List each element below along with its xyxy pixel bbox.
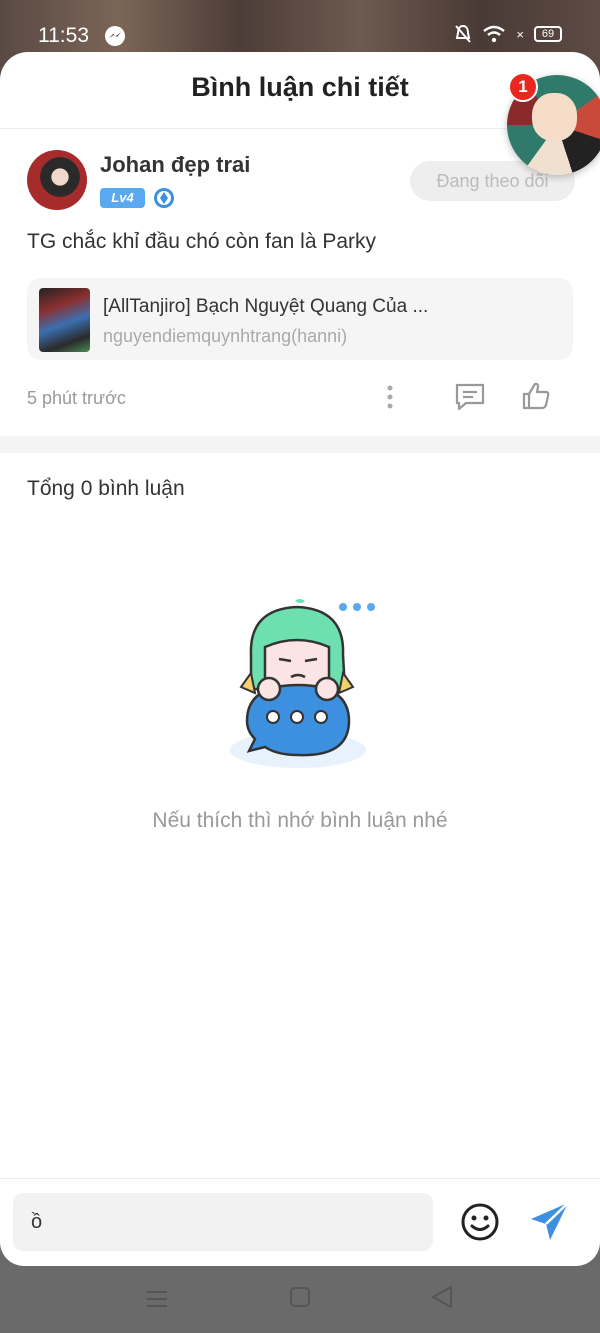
- home-icon[interactable]: [289, 1286, 311, 1308]
- signal-off-icon: ×: [516, 26, 524, 42]
- back-icon[interactable]: [431, 1285, 453, 1309]
- comment-icon[interactable]: [454, 382, 486, 412]
- story-card[interactable]: [AllTanjiro] Bạch Nguyệt Quang Của ... n…: [27, 278, 573, 360]
- wifi-icon: [483, 25, 506, 43]
- comment-input[interactable]: [13, 1193, 433, 1251]
- avatar[interactable]: [27, 150, 87, 210]
- diamond-icon: [154, 188, 174, 208]
- system-navigation-bar: [0, 1266, 600, 1333]
- battery-icon: 69: [534, 26, 562, 42]
- emoji-icon[interactable]: [460, 1202, 500, 1242]
- story-title: [AllTanjiro] Bạch Nguyệt Quang Của ...: [103, 296, 429, 317]
- notification-badge: 1: [508, 72, 538, 102]
- section-divider: [0, 436, 600, 453]
- post-timestamp: 5 phút trước: [27, 388, 126, 408]
- story-cover-image: [39, 288, 90, 352]
- empty-comments-mascot-illustration: [230, 599, 375, 768]
- chat-head-avatar: [532, 93, 577, 141]
- story-author: nguyendiemquynhtrang(hanni): [103, 326, 348, 346]
- send-icon[interactable]: [528, 1200, 572, 1244]
- comment-detail-sheet: Bình luận chi tiết Johan đẹp trai Lv4 Đa…: [0, 52, 600, 1266]
- messenger-icon: [105, 26, 125, 46]
- status-time: 11:53: [38, 24, 89, 47]
- empty-state-message: Nếu thích thì nhớ bình luận nhé: [152, 809, 448, 832]
- recent-apps-icon[interactable]: [146, 1288, 168, 1310]
- level-badge: Lv4: [100, 188, 145, 208]
- post-content: TG chắc khỉ đầu chó còn fan là Parky: [27, 230, 377, 253]
- like-thumb-icon[interactable]: [520, 380, 552, 412]
- user-name[interactable]: Johan đẹp trai: [100, 152, 250, 178]
- comment-count: Tổng 0 bình luận: [27, 477, 185, 500]
- mute-bell-icon: [455, 24, 472, 43]
- more-options-icon[interactable]: [380, 384, 400, 410]
- status-indicators: × 69: [454, 24, 562, 44]
- composer-divider: [0, 1178, 600, 1179]
